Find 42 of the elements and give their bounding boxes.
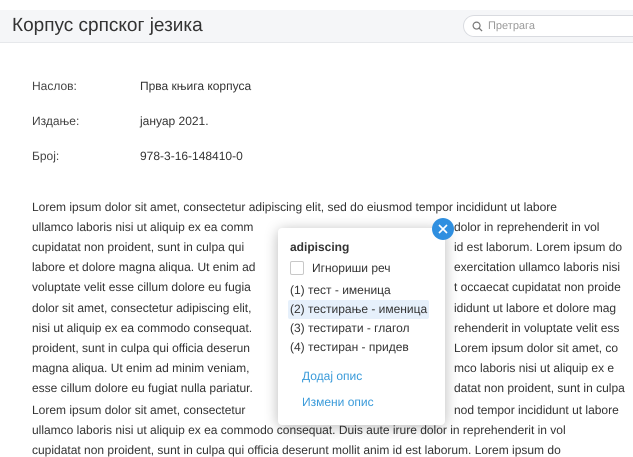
- text-line: id est laborum. Lorem ipsum do: [454, 240, 622, 254]
- text-line: voluptate velit esse cillum dolore eu fugia: [32, 280, 251, 294]
- search-field[interactable]: Претрага: [463, 15, 633, 37]
- detail-value: Прва књига корпуса: [140, 79, 252, 93]
- detail-label: Наслов:: [32, 79, 78, 93]
- text-line: ididunt ut labore et dolore mag: [454, 300, 616, 315]
- detail-value: 978-3-16-148410-0: [140, 149, 244, 163]
- detail-value: јануар 2021.: [140, 114, 210, 128]
- text-line: Lorem ipsum dolor sit amet, co: [454, 340, 618, 355]
- text-line: cupidatat non proident, sunt in culpa qui officia deserunt mollit anim id est laborum. Lorem ipsum do: [32, 443, 561, 457]
- search-input[interactable]: Претрага: [488, 20, 608, 32]
- search-icon: [472, 20, 483, 32]
- detail-label: Број:: [32, 149, 60, 163]
- text-line: labore et dolore magna aliqua. Ut enim ad: [32, 260, 256, 274]
- text-line: magna aliqua. Ut enim ad minim veniam,: [32, 360, 250, 375]
- text-line: Lorem ipsum dolor sit amet, consectetur: [32, 402, 246, 417]
- page-title: Корпус српског језика: [12, 15, 203, 37]
- text-line: exercitation ullamco laboris nisi: [454, 260, 620, 274]
- popup-word: adipiscing: [290, 240, 350, 254]
- text-line: cupidatat non proident, sunt in culpa qui: [32, 240, 244, 254]
- close-button[interactable]: [432, 218, 454, 240]
- text-line: datat non proident, sunt in culpa: [454, 380, 625, 395]
- ignore-checkbox[interactable]: [290, 261, 304, 275]
- text-line: Lorem ipsum dolor sit amet, consectetur adipiscing elit, sed do eiusmod tempor incididunt ut labore: [32, 200, 557, 214]
- text-line: rehenderit in voluptate velit ess: [454, 320, 620, 335]
- meaning-option[interactable]: (3) тестирати - глагол: [288, 319, 412, 338]
- meaning-option[interactable]: (2) тестирање - именица: [288, 300, 430, 319]
- meaning-option[interactable]: (4) тестиран - придев: [288, 338, 411, 357]
- text-line: t occaecat cupidatat non proide: [454, 280, 621, 294]
- detail-label: Издање:: [32, 114, 80, 128]
- checkbox-label: Игнориши реч: [312, 261, 391, 275]
- text-line: ullamco laboris nisi ut aliquip ex ea commodo consequat. Duis aute irure dolor in reprehenderit in vol: [32, 423, 566, 438]
- text-line: dolor in reprehenderit in vol: [454, 220, 600, 234]
- text-line: nod tempor incididunt ut labore: [454, 402, 619, 417]
- close-icon: [438, 224, 448, 234]
- text-line: esse cillum dolore eu fugiat nulla pariatur.: [32, 380, 253, 395]
- text-line: ullamco laboris nisi ut aliquip ex ea comm: [32, 220, 254, 234]
- text-line: proident, sunt in culpa qui officia deserun: [32, 340, 250, 355]
- text-line: nisi ut aliquip ex ea commodo consequat.: [32, 320, 252, 335]
- text-line: dolor sit amet, consectetur adipiscing elit,: [32, 300, 252, 315]
- meaning-option[interactable]: (1) тест - именица: [288, 281, 393, 300]
- text-line: mco laboris nisi ut aliquip ex e: [454, 360, 614, 375]
